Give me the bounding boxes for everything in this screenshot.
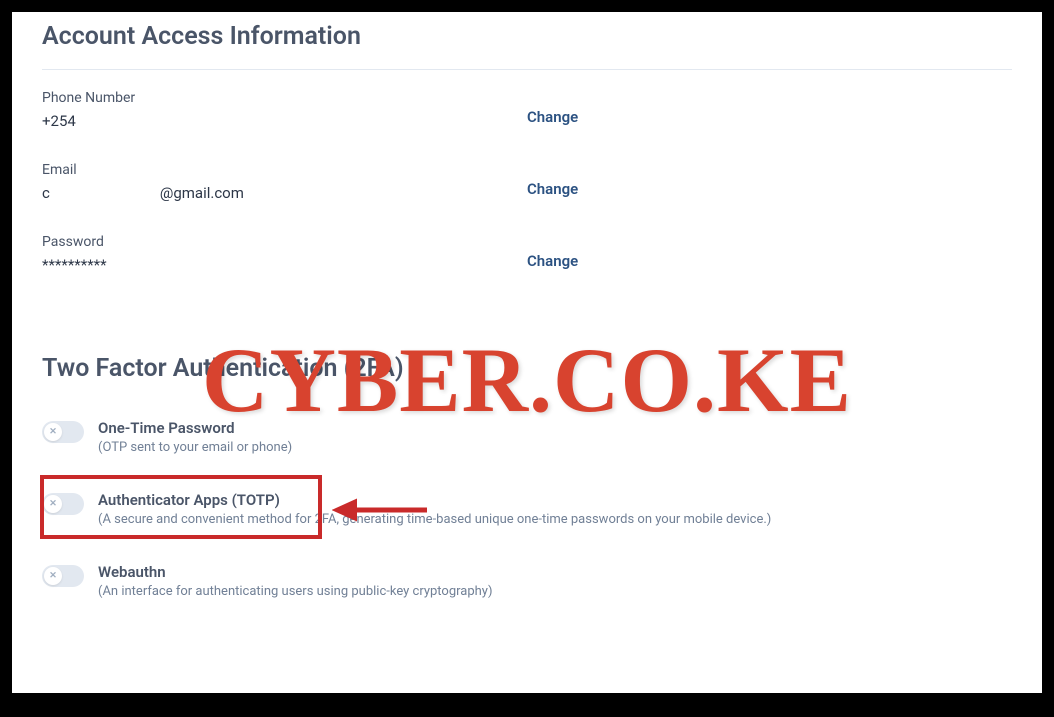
account-access-card: Account Access Information Phone Number … [12,22,1042,274]
webauthn-toggle[interactable]: ✕ [42,565,84,587]
otp-desc: (OTP sent to your email or phone) [98,439,292,457]
password-value: ********** [42,256,527,274]
phone-label: Phone Number [42,90,527,106]
totp-label: Authenticator Apps (TOTP) [98,491,771,509]
toggle-knob: ✕ [44,495,62,513]
x-icon: ✕ [49,428,57,437]
tfa-card: Two Factor Authentication (2FA) ✕ One-Ti… [12,354,1042,608]
totp-desc: (A secure and convenient method for 2FA,… [98,511,771,529]
webauthn-desc: (An interface for authenticating users u… [98,583,493,601]
divider [42,69,1012,70]
totp-toggle[interactable]: ✕ [42,493,84,515]
email-redacted [50,187,160,201]
x-icon: ✕ [49,500,57,509]
x-icon: ✕ [49,572,57,581]
email-row: Email c @gmail.com Change [42,162,1012,202]
otp-label: One-Time Password [98,419,292,437]
toggle-knob: ✕ [44,567,62,585]
change-password-button[interactable]: Change [527,252,578,270]
tfa-title: Two Factor Authentication (2FA) [42,354,1012,383]
email-value: c @gmail.com [42,184,527,202]
change-email-button[interactable]: Change [527,180,578,198]
password-label: Password [42,234,527,250]
email-suffix: @gmail.com [160,184,244,202]
phone-row: Phone Number +254 Change [42,90,1012,130]
toggle-knob: ✕ [44,423,62,441]
otp-toggle[interactable]: ✕ [42,421,84,443]
tfa-option-webauthn: ✕ Webauthn (An interface for authenticat… [42,557,1012,607]
account-access-title: Account Access Information [42,22,1012,51]
email-label: Email [42,162,527,178]
tfa-option-otp: ✕ One-Time Password (OTP sent to your em… [42,413,1012,463]
tfa-option-totp: ✕ Authenticator Apps (TOTP) (A secure an… [42,485,1012,535]
change-phone-button[interactable]: Change [527,108,578,126]
phone-redacted [80,115,190,129]
password-row: Password ********** Change [42,234,1012,274]
phone-value: +254 [42,112,527,130]
webauthn-label: Webauthn [98,563,493,581]
phone-prefix: +254 [42,112,76,130]
settings-panel: Account Access Information Phone Number … [12,12,1042,693]
email-prefix: c [42,184,50,202]
